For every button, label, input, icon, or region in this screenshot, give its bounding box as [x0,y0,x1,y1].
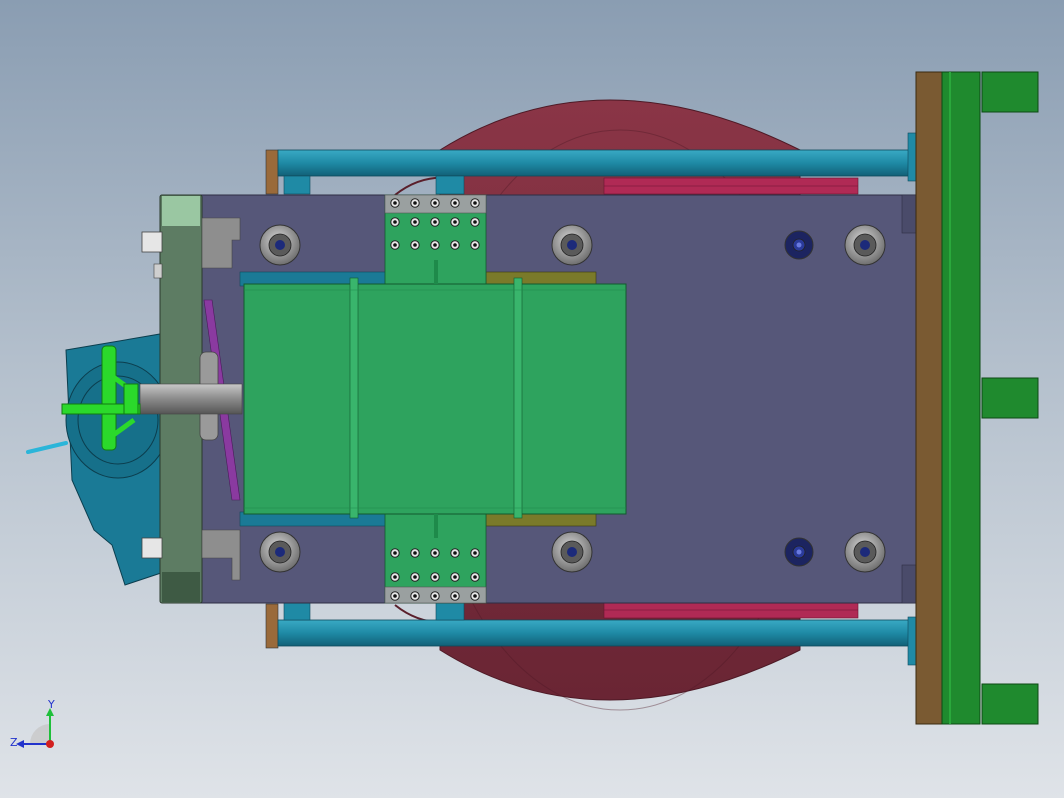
cap-screw [844,224,886,266]
hole-core [413,575,417,579]
hole-core [393,243,397,247]
hole-core [453,575,457,579]
hole-core [433,220,437,224]
hole-core [393,220,397,224]
z-axis-label: Z [10,736,18,749]
hole-core [473,575,477,579]
hole-core [433,551,437,555]
hole-core [473,243,477,247]
cap-screw [259,531,301,573]
hole-core [393,594,397,598]
hole-core [453,243,457,247]
cad-viewport[interactable]: Y Z [0,0,1064,798]
cap-screw [844,531,886,573]
hole-core [453,551,457,555]
hole-core [433,575,437,579]
workpiece[interactable] [243,260,627,538]
hole-core [473,220,477,224]
hole-core [473,201,477,205]
hole-core [473,594,477,598]
hole-core [433,243,437,247]
y-axis-label: Y [47,698,55,711]
hole-core [473,551,477,555]
hole-core [413,551,417,555]
hole-core [393,575,397,579]
cap-screw [551,531,593,573]
hole-core [453,220,457,224]
x-axis-dot [46,740,54,748]
cap-screw [551,224,593,266]
hole-core [433,201,437,205]
dowel-pin [784,537,814,567]
hole-core [413,201,417,205]
cap-screw [259,224,301,266]
hole-core [453,594,457,598]
hole-core [413,243,417,247]
end-plate-brown[interactable] [915,71,943,725]
hole-core [393,201,397,205]
dowel-pin [784,230,814,260]
end-plate-green[interactable] [941,71,1039,725]
hole-core [413,220,417,224]
coordinate-triad: Y Z [10,698,55,749]
hole-core [453,201,457,205]
hole-core [413,594,417,598]
assembly-model[interactable] [0,0,1064,798]
hole-core [433,594,437,598]
hole-core [393,551,397,555]
